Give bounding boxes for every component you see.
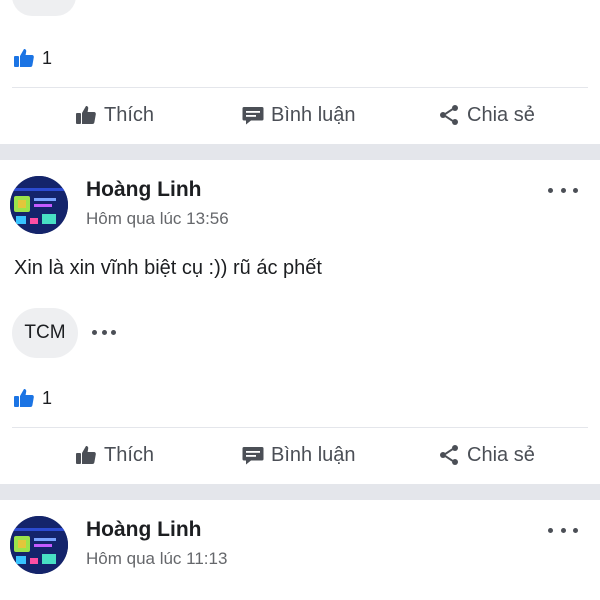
more-icon [548,527,553,533]
comment-more-button[interactable] [92,327,116,337]
post-action-bar: Thích Bình luận Chia sẻ [0,435,600,475]
reaction-summary[interactable]: 1 [12,385,52,411]
thumbs-up-icon [76,446,96,464]
more-icon-dot [560,527,566,533]
comment-button[interactable]: Bình luận [241,435,356,475]
like-label: Thích [104,443,155,466]
more-icon-dot [573,187,578,193]
post-timestamp[interactable]: Hôm qua lúc 13:56 [86,209,229,229]
post-more-button[interactable] [548,180,578,200]
comment-icon [242,447,264,465]
share-icon [440,445,458,465]
comment-chip[interactable]: TCM [12,308,78,358]
comment-label: Bình luận [271,103,356,126]
post-action-bar: Thích Bình luận Chia sẻ [0,95,600,135]
share-button[interactable]: Chia sẻ [437,435,535,475]
more-icon [548,187,553,193]
post-author[interactable]: Hoàng Linh [86,518,201,542]
like-label: Thích [104,103,155,126]
more-icon-dot [560,187,566,193]
thumbs-up-icon [76,106,96,124]
comment-icon [242,107,264,125]
share-label: Chia sẻ [467,443,535,466]
post-timestamp[interactable]: Hôm qua lúc 11:13 [86,549,227,569]
more-icon-dot [573,527,578,533]
more-icon-dot [101,329,107,335]
like-count: 1 [42,47,53,68]
comment-label: Bình luận [271,443,356,466]
post-separator [0,144,600,160]
post-author[interactable]: Hoàng Linh [86,178,201,202]
avatar-image [10,176,68,234]
like-count: 1 [42,387,53,408]
like-button[interactable]: Thích [74,95,154,135]
avatar-image [10,516,68,574]
divider [12,427,588,428]
like-reaction-icon [14,389,34,407]
comment-button[interactable]: Bình luận [241,95,356,135]
post-separator [0,484,600,500]
avatar[interactable] [10,176,68,234]
more-icon [92,329,97,335]
divider [12,87,588,88]
like-button[interactable]: Thích [74,435,154,475]
share-icon [440,105,458,125]
avatar[interactable] [10,516,68,574]
more-icon-dot [111,329,116,335]
share-label: Chia sẻ [467,103,535,126]
like-reaction-icon [14,49,34,67]
post-more-button[interactable] [548,520,578,540]
post-text: Xin là xin vĩnh biệt cụ :)) rũ ác phết [14,257,322,279]
share-button[interactable]: Chia sẻ [437,95,535,135]
reaction-summary[interactable]: 1 [12,45,52,71]
comment-chip-partial[interactable] [12,0,76,16]
